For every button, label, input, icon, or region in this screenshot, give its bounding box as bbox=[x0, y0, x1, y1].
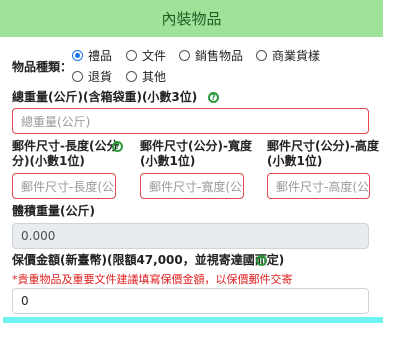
radio-commercial-sample[interactable]: 商業貨樣 bbox=[256, 47, 320, 64]
help-icon[interactable]: ? bbox=[208, 92, 219, 103]
width-label-line2: (小數1位) bbox=[140, 154, 196, 168]
volumetric-weight-label: 體積重量(公斤) bbox=[12, 204, 95, 218]
radio-circle[interactable] bbox=[72, 71, 83, 82]
section-title: 內裝物品 bbox=[161, 10, 222, 28]
radio-circle[interactable] bbox=[126, 71, 137, 82]
section-divider bbox=[3, 317, 383, 323]
total-weight-label: 總重量(公斤)(含箱袋重)(小數3位) bbox=[12, 90, 198, 104]
height-label-line2: (小數1位) bbox=[267, 154, 323, 168]
insured-warning-text: *貴重物品及重要文件建議填寫保價金額，以保價郵件交寄 bbox=[12, 273, 293, 286]
width-input[interactable]: 郵件尺寸-寬度(公 bbox=[140, 173, 244, 199]
radio-circle[interactable] bbox=[72, 50, 83, 61]
radio-label: 退貨 bbox=[88, 70, 113, 84]
radio-label: 文件 bbox=[142, 49, 167, 63]
help-icon[interactable]: ? bbox=[112, 141, 123, 152]
radio-label: 禮品 bbox=[88, 49, 113, 63]
height-label-line1: 郵件尺寸(公分)-高度 bbox=[267, 139, 379, 153]
height-input[interactable]: 郵件尺寸-高度(公 bbox=[267, 173, 370, 199]
radio-circle[interactable] bbox=[179, 50, 190, 61]
length-input[interactable]: 郵件尺寸-長度(公 bbox=[12, 173, 116, 199]
total-weight-input[interactable]: 總重量(公斤) bbox=[12, 108, 369, 134]
help-icon[interactable]: ? bbox=[256, 255, 267, 266]
length-label-line2: 分)(小數1位) bbox=[12, 154, 85, 168]
radio-return[interactable]: 退貨 bbox=[72, 68, 112, 85]
radio-circle[interactable] bbox=[256, 50, 267, 61]
radio-label: 其他 bbox=[142, 70, 167, 84]
radio-sales-item[interactable]: 銷售物品 bbox=[179, 47, 243, 64]
radio-other[interactable]: 其他 bbox=[126, 68, 166, 85]
insured-amount-input[interactable]: 0 bbox=[12, 288, 369, 314]
length-label-line1: 郵件尺寸-長度(公分 bbox=[12, 139, 119, 153]
radio-label: 商業貨樣 bbox=[272, 49, 321, 63]
section-header: 內裝物品 bbox=[0, 0, 383, 37]
insured-amount-label: 保價金額(新臺幣)(限額47,000，並視寄達國而定) bbox=[12, 253, 285, 267]
radio-gift[interactable]: 禮品 bbox=[72, 47, 112, 64]
radio-label: 銷售物品 bbox=[195, 49, 244, 63]
item-type-label: 物品種類： bbox=[12, 60, 73, 74]
radio-circle[interactable] bbox=[126, 50, 137, 61]
radio-document[interactable]: 文件 bbox=[126, 47, 166, 64]
volumetric-weight-field: 0.000 bbox=[12, 223, 369, 249]
width-label-line1: 郵件尺寸(公分)-寬度 bbox=[140, 139, 252, 153]
